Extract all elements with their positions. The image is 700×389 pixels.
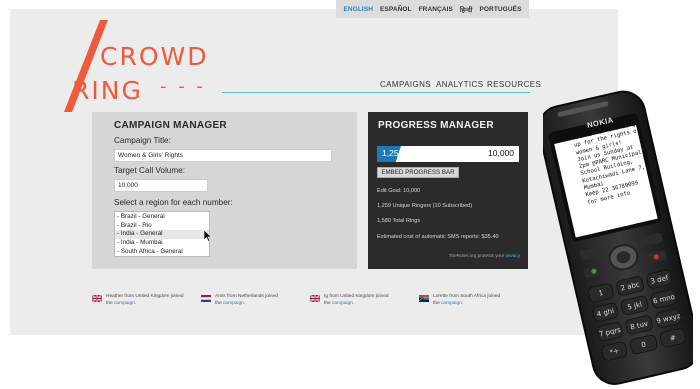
- sms-cost-stat: Estimated cost of automatic SMS reports:…: [377, 234, 499, 240]
- activity-item: Ig from United Kingdom joined the campaig…: [310, 294, 389, 308]
- privacy-note: TheRules.org protects your privacy: [449, 253, 520, 258]
- region-option[interactable]: - Brazil - Rio: [115, 222, 209, 231]
- uk-flag-icon: [310, 295, 320, 302]
- campaign-link[interactable]: campaign.: [441, 301, 463, 306]
- lang-portugues[interactable]: PORTUGUÊS: [479, 6, 521, 13]
- logo-word-ring: RING: [72, 76, 143, 105]
- campaign-title-input[interactable]: Women & Girls' Rights: [114, 149, 332, 162]
- uk-flag-icon: [92, 295, 102, 302]
- activity-item: Heather from United Kingdom joined the ca…: [92, 294, 184, 308]
- language-bar: ENGLISH ESPAÑOL FRANÇAIS हिन्दी PORTUGUÊ…: [336, 0, 529, 18]
- south-africa-flag-icon: [419, 295, 429, 302]
- nav-resources[interactable]: RESOURCES: [487, 80, 541, 89]
- privacy-note-text: TheRules.org protects your: [448, 253, 506, 258]
- netherlands-flag-icon: [201, 295, 211, 302]
- lang-english[interactable]: ENGLISH: [343, 6, 373, 13]
- lang-espanol[interactable]: ESPAÑOL: [380, 6, 412, 13]
- activity-name: Heather from United Kingdom joined: [106, 294, 184, 299]
- crowdring-logo[interactable]: CROWD RING - - -: [62, 20, 222, 116]
- activity-prefix: the: [324, 300, 333, 306]
- lang-francais[interactable]: FRANÇAIS: [419, 6, 453, 13]
- lang-hindi[interactable]: हिन्दी: [460, 5, 473, 14]
- progress-bar: 1,259 10,000: [377, 146, 519, 162]
- campaign-title-label: Campaign Title:: [114, 136, 171, 145]
- total-rings-stat: 1,580 Total Rings: [377, 218, 421, 224]
- activity-prefix: the: [215, 300, 224, 306]
- nav-campaigns[interactable]: CAMPAIGNS: [380, 80, 431, 89]
- region-select[interactable]: - Brazil - General - Brazil - Rio - Indi…: [114, 211, 210, 257]
- target-volume-label: Target Call Volume:: [114, 166, 185, 175]
- activity-prefix: the: [433, 300, 442, 306]
- activity-name: Lorette from South Africa joined: [433, 294, 501, 299]
- activity-item: Amis from Netherlands joined the campaign…: [201, 294, 278, 308]
- target-volume-input[interactable]: 10,000: [114, 179, 208, 192]
- activity-prefix: the: [106, 300, 115, 306]
- campaign-manager-title: CAMPAIGN MANAGER: [114, 120, 227, 131]
- privacy-link[interactable]: privacy: [505, 253, 520, 258]
- progress-current-value: 1,259: [382, 148, 404, 158]
- activity-item: Lorette from South Africa joined the camp…: [419, 294, 500, 308]
- nav-underline: [222, 92, 530, 93]
- region-option[interactable]: - India - Mumbai: [115, 239, 209, 248]
- logo-dashes: - - -: [160, 76, 206, 97]
- edit-goal-link[interactable]: Edit Goal: 10,000: [377, 188, 420, 194]
- campaign-manager-panel: CAMPAIGN MANAGER Campaign Title: Women &…: [92, 112, 357, 269]
- region-option[interactable]: - South Africa - General: [115, 248, 209, 257]
- nav-analytics[interactable]: ANALYTICS: [436, 80, 483, 89]
- region-label: Select a region for each number:: [114, 198, 233, 207]
- activity-name: Ig from United Kingdom joined: [324, 294, 389, 299]
- progress-goal-value: 10,000: [488, 148, 514, 158]
- campaign-link[interactable]: campaign.: [114, 301, 136, 306]
- campaign-link[interactable]: campaign.: [223, 301, 245, 306]
- region-option-selected[interactable]: - India - General: [115, 230, 209, 240]
- mouse-cursor-icon: [204, 230, 212, 242]
- activity-name: Amis from Netherlands joined: [215, 294, 278, 299]
- campaign-link[interactable]: campaign.: [332, 301, 354, 306]
- region-option[interactable]: - Brazil - General: [115, 213, 209, 222]
- progress-manager-title: PROGRESS MANAGER: [378, 120, 494, 131]
- unique-ringers-stat: 1,259 Unique Ringers (10 Subscribed): [377, 203, 473, 209]
- embed-progress-bar-button[interactable]: EMBED PROGRESS BAR: [377, 167, 459, 178]
- logo-word-crowd: CROWD: [100, 42, 209, 71]
- progress-manager-panel: PROGRESS MANAGER 1,259 10,000 EMBED PROG…: [368, 112, 528, 269]
